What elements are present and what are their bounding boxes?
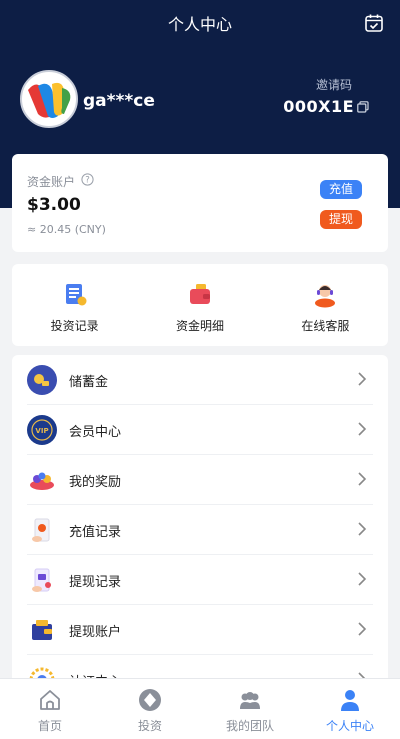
- chevron-right-icon: [358, 372, 367, 386]
- menu-item-savings[interactable]: 储蓄金: [27, 355, 373, 405]
- profile-icon: [341, 690, 359, 711]
- quick-action-investment-record[interactable]: 投资记录: [12, 264, 137, 346]
- tab-my-team[interactable]: 我的团队: [200, 679, 300, 739]
- menu-item-rewards[interactable]: 我的奖励: [27, 455, 373, 505]
- tab-profile[interactable]: 个人中心: [300, 679, 400, 739]
- menu-item-label: 我的奖励: [69, 475, 122, 490]
- tab-home[interactable]: 首页: [0, 679, 100, 739]
- invite-code: 000X1E: [283, 97, 354, 116]
- quick-action-label: 资金明细: [175, 319, 224, 333]
- support-agent-icon: [315, 285, 336, 308]
- avatar[interactable]: [20, 70, 78, 128]
- menu-item-label: 储蓄金: [69, 375, 109, 390]
- account-balance-cny: ≈ 20.45 (CNY): [27, 223, 106, 236]
- chevron-right-icon: [358, 422, 367, 436]
- quick-action-label: 在线客服: [301, 319, 350, 333]
- quick-action-label: 投资记录: [50, 319, 99, 333]
- menu-item-label: 提现账户: [69, 625, 122, 640]
- withdraw-record-icon: [32, 568, 51, 592]
- svg-text:VIP: VIP: [35, 427, 48, 435]
- copy-icon[interactable]: [357, 101, 369, 113]
- bottom-tab-bar: 首页 投资 我的团队 个人中心: [0, 678, 400, 739]
- account-balance: $3.00: [27, 195, 81, 215]
- home-icon: [40, 690, 60, 710]
- svg-text:?: ?: [85, 176, 90, 186]
- withdraw-account-icon: [32, 620, 52, 640]
- reward-icon: [30, 472, 54, 490]
- chevron-right-icon: [358, 522, 367, 536]
- menu-item-label: 充值记录: [69, 525, 122, 540]
- username: ga***ce: [83, 91, 155, 111]
- calendar-check-icon[interactable]: [364, 13, 384, 33]
- tab-invest[interactable]: 投资: [100, 679, 200, 739]
- withdraw-button[interactable]: 提现: [320, 210, 362, 229]
- menu-item-label: 会员中心: [69, 425, 122, 440]
- wallet-icon: [189, 284, 210, 304]
- vip-icon: VIP: [27, 415, 57, 445]
- account-card: 资金账户 ? $3.00 ≈ 20.45 (CNY) 充值 提现: [12, 154, 388, 252]
- recharge-button[interactable]: 充值: [320, 180, 362, 199]
- recharge-record-icon: [32, 518, 50, 542]
- scroll-icon: [65, 284, 87, 306]
- menu-item-label: 提现记录: [69, 575, 122, 590]
- menu-item-withdraw-account[interactable]: 提现账户: [27, 605, 373, 655]
- menu-list: 储蓄金 VIP 会员中心 我的奖励 充值记录 提现记录 提现账户: [12, 355, 388, 695]
- tab-label: 我的团队: [225, 719, 274, 733]
- invite-code-label: 邀请码: [315, 78, 352, 92]
- quick-actions: 投资记录 资金明细 在线客服: [12, 264, 388, 346]
- menu-item-recharge-records[interactable]: 充值记录: [27, 505, 373, 555]
- help-icon[interactable]: ?: [81, 173, 94, 186]
- tab-label: 个人中心: [325, 719, 374, 733]
- savings-icon: [27, 365, 57, 395]
- tab-label: 首页: [37, 719, 62, 733]
- account-label: 资金账户: [27, 175, 76, 189]
- tab-label: 投资: [137, 719, 162, 733]
- avatar-logo-icon: [28, 82, 71, 118]
- chevron-right-icon: [358, 472, 367, 486]
- menu-item-withdraw-records[interactable]: 提现记录: [27, 555, 373, 605]
- top-bar: 个人中心: [0, 0, 400, 46]
- menu-item-membership[interactable]: VIP 会员中心: [27, 405, 373, 455]
- quick-action-fund-details[interactable]: 资金明细: [137, 264, 262, 346]
- chevron-right-icon: [358, 572, 367, 586]
- team-icon: [240, 692, 260, 709]
- quick-action-online-support[interactable]: 在线客服: [263, 264, 388, 346]
- invest-icon: [139, 689, 161, 711]
- chevron-right-icon: [358, 622, 367, 636]
- page-title: 个人中心: [167, 15, 232, 34]
